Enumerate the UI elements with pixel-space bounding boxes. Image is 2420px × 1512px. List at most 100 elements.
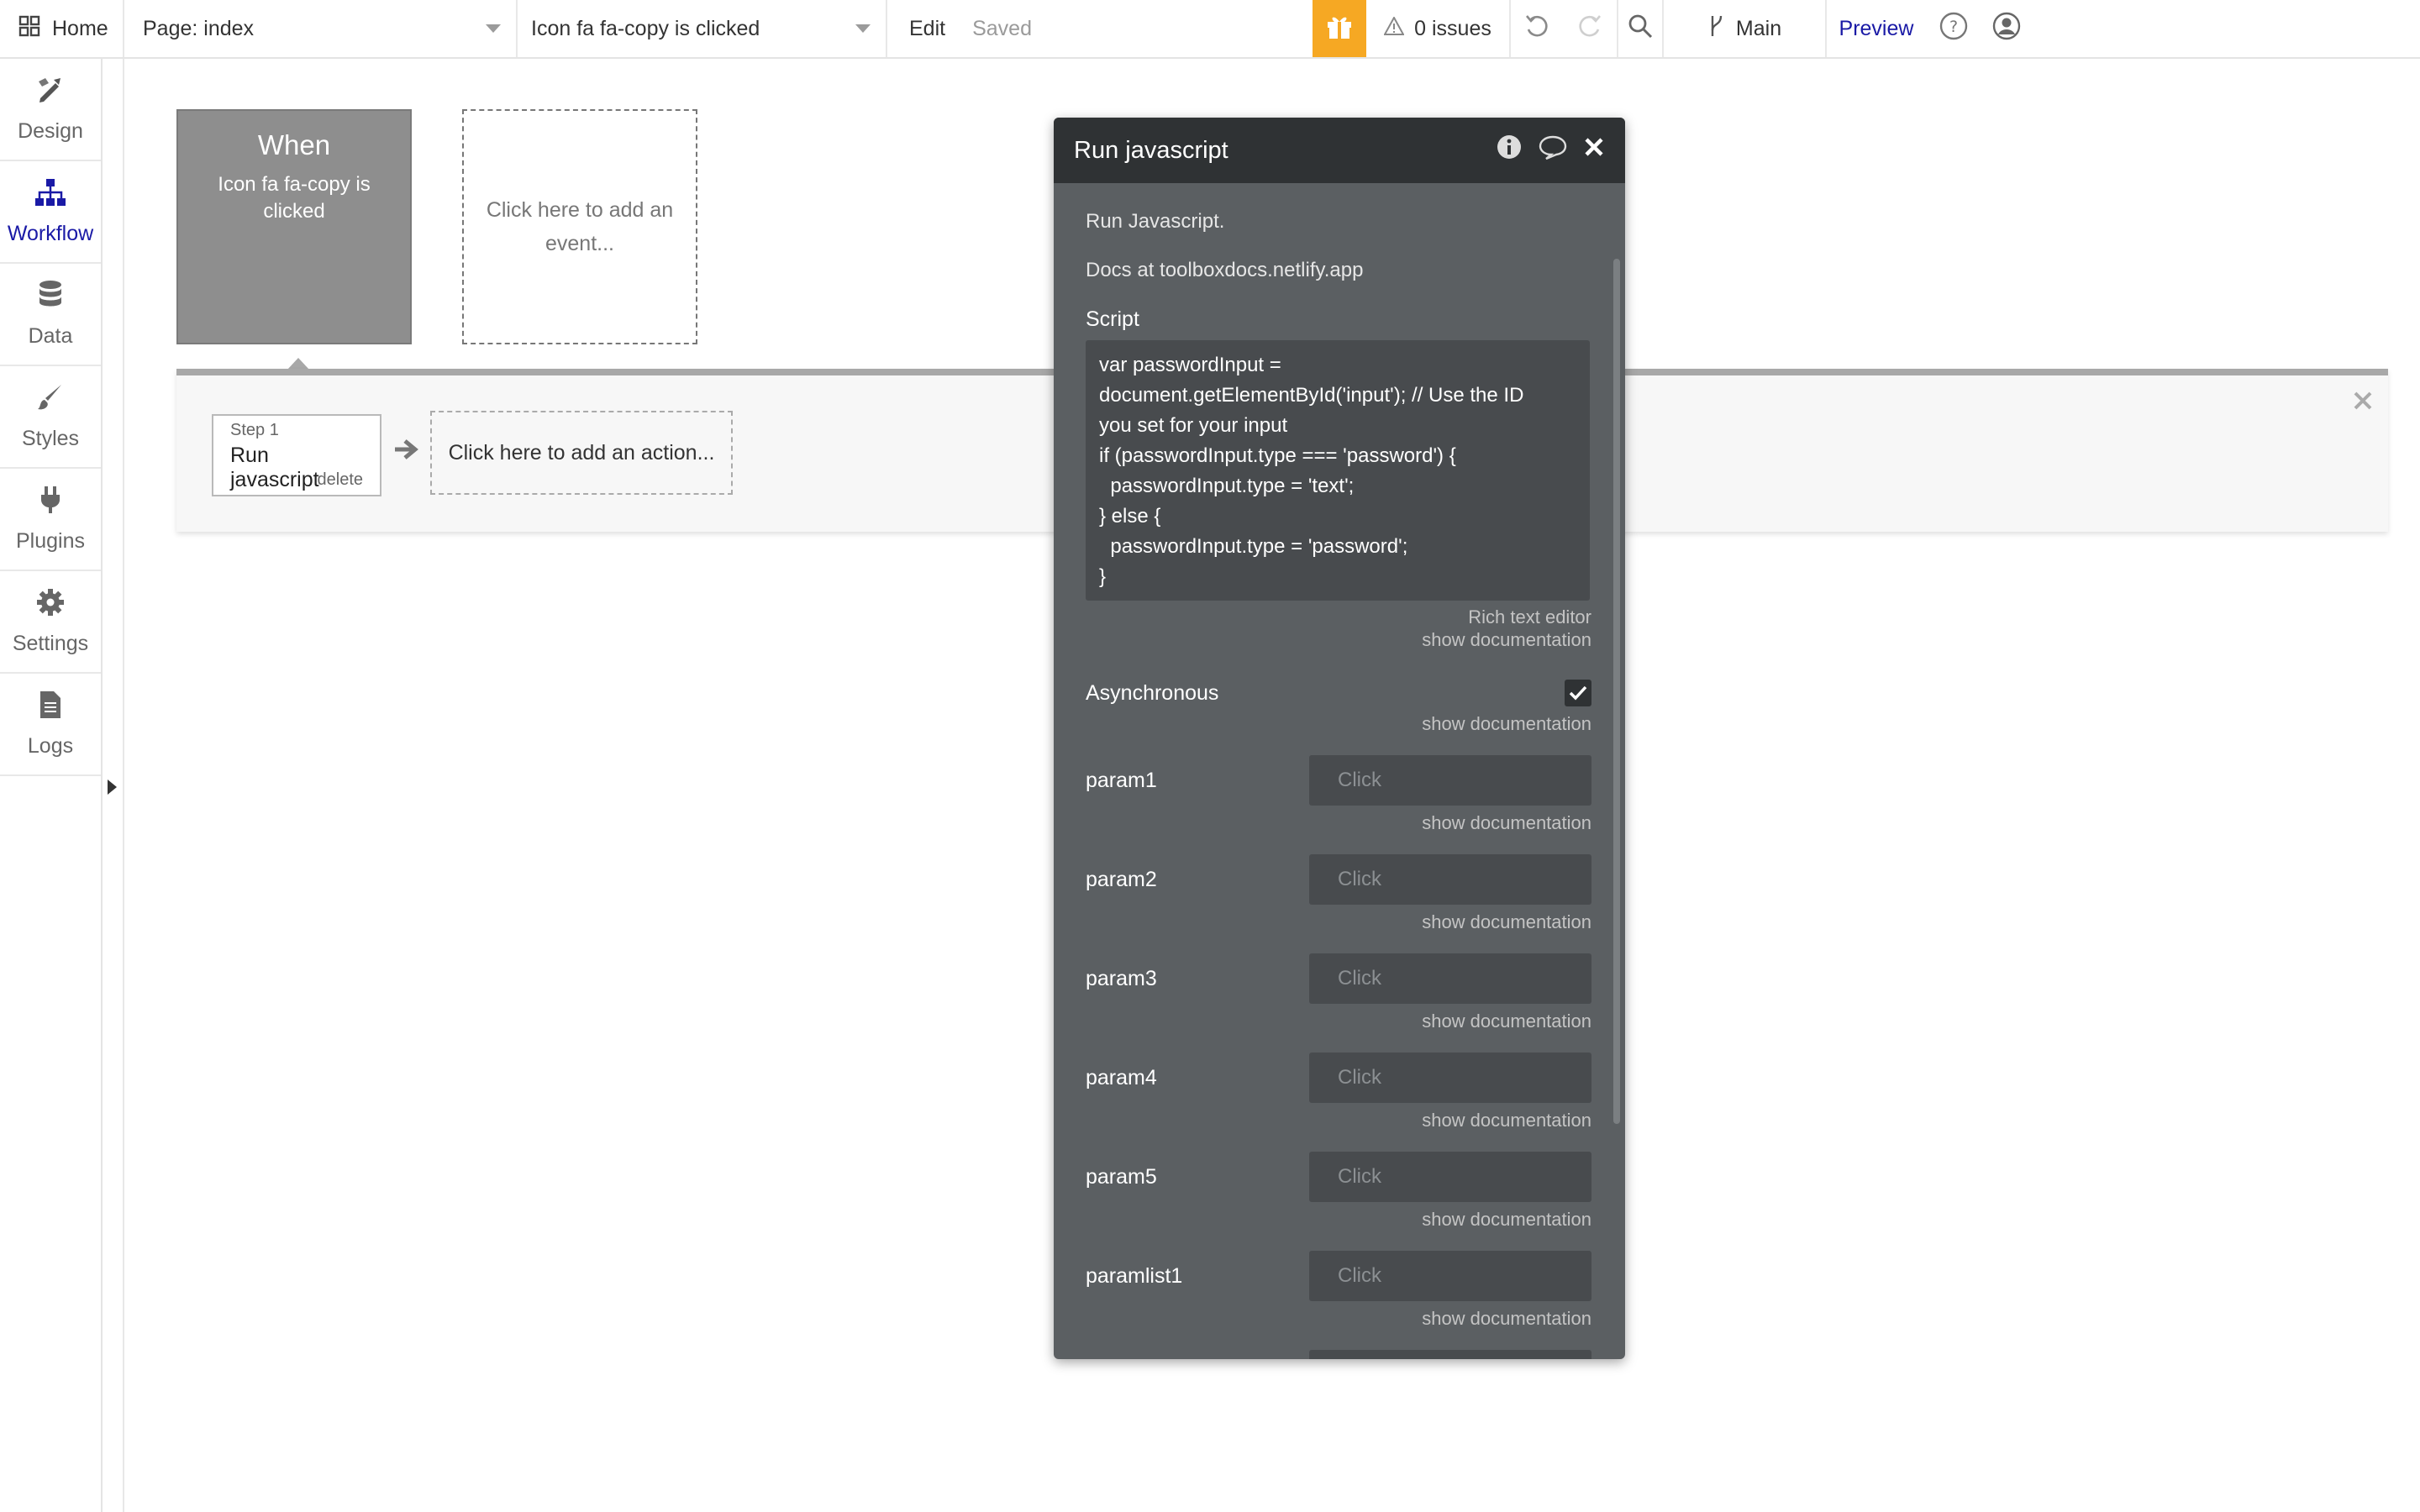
canvas-divider	[123, 59, 124, 1512]
user-icon	[1992, 12, 2021, 46]
sidebar-item-label: Settings	[12, 632, 89, 655]
sidebar-item-workflow[interactable]: Workflow	[0, 161, 101, 264]
sidebar-item-logs[interactable]: Logs	[0, 674, 101, 776]
saved-status: Saved	[972, 16, 1032, 40]
action-description: Run Javascript.	[1086, 210, 1225, 233]
redo-icon	[1576, 13, 1603, 45]
async-checkbox[interactable]	[1565, 680, 1591, 706]
step-delete-link[interactable]: delete	[318, 470, 364, 490]
step-card[interactable]: Step 1 Run javascript delete	[212, 414, 381, 496]
param-label: param3	[1086, 966, 1157, 990]
show-documentation-link[interactable]: show documentation	[1086, 911, 1591, 933]
sidebar-item-label: Logs	[27, 734, 74, 758]
param-label: paramlist1	[1086, 1263, 1183, 1288]
document-icon	[39, 690, 62, 726]
checkmark-icon	[1569, 685, 1587, 701]
comment-icon[interactable]	[1538, 134, 1568, 167]
workflow-icon	[34, 177, 67, 213]
info-icon[interactable]	[1496, 134, 1523, 167]
left-sidebar: Design Workflow Data Styles Plugins Sett…	[0, 59, 103, 1512]
top-bar: Home Page: index Icon fa fa-copy is clic…	[0, 0, 2420, 59]
issues-button[interactable]: 0 issues	[1366, 0, 1511, 57]
gear-icon	[35, 587, 66, 623]
undo-button[interactable]	[1511, 0, 1563, 57]
panel-title: Run javascript	[1074, 136, 1228, 164]
step-number: Step 1	[230, 421, 279, 439]
paramlist1-input[interactable]	[1309, 1251, 1591, 1301]
issues-label: 0 issues	[1414, 16, 1491, 40]
panel-header[interactable]: Run javascript	[1054, 118, 1625, 183]
home-label: Home	[52, 16, 108, 40]
page-label: Page: index	[143, 16, 255, 40]
chevron-down-icon	[855, 24, 871, 33]
async-label: Asynchronous	[1086, 680, 1219, 705]
preview-label: Preview	[1839, 16, 1914, 40]
event-selector[interactable]: Icon fa fa-copy is clicked	[518, 0, 887, 57]
redo-button[interactable]	[1563, 0, 1618, 57]
database-icon	[37, 280, 64, 316]
param3-input[interactable]	[1309, 953, 1591, 1004]
property-editor: Run javascript Run Javascript. Docs at t…	[1054, 118, 1625, 1359]
grid-icon	[18, 15, 40, 43]
show-documentation-link[interactable]: show documentation	[1086, 713, 1591, 735]
docs-text: Docs at toolboxdocs.netlify.app	[1086, 259, 1364, 281]
panel-body: Run Javascript. Docs at toolboxdocs.netl…	[1054, 183, 1625, 1359]
show-documentation-link[interactable]: show documentation	[1086, 628, 1591, 651]
edit-menu[interactable]: Edit	[909, 17, 945, 41]
gift-button[interactable]	[1313, 0, 1366, 57]
sidebar-item-design[interactable]: Design	[0, 59, 101, 161]
search-icon	[1627, 13, 1654, 45]
sidebar-item-label: Workflow	[7, 222, 94, 245]
home-button[interactable]: Home	[0, 0, 124, 57]
add-action-button[interactable]: Click here to add an action...	[430, 411, 733, 495]
event-card-title: When	[257, 129, 331, 160]
param-label: param1	[1086, 768, 1157, 792]
param4-input[interactable]	[1309, 1053, 1591, 1103]
close-icon[interactable]	[1583, 136, 1605, 165]
show-documentation-link[interactable]: show documentation	[1086, 1110, 1591, 1131]
design-icon	[35, 75, 66, 111]
paramlist2-input[interactable]	[1309, 1350, 1591, 1359]
show-documentation-link[interactable]: show documentation	[1086, 1011, 1591, 1032]
sidebar-item-label: Design	[18, 119, 83, 143]
arrow-right-icon	[393, 438, 418, 465]
sidebar-item-label: Plugins	[16, 529, 85, 553]
script-editor[interactable]: var passwordInput = document.getElementB…	[1086, 340, 1590, 601]
show-documentation-link[interactable]: show documentation	[1086, 812, 1591, 834]
param-label: param2	[1086, 867, 1157, 891]
close-icon[interactable]	[2353, 391, 2373, 415]
show-documentation-link[interactable]: show documentation	[1086, 1308, 1591, 1330]
brush-icon	[36, 382, 65, 418]
param-label: param5	[1086, 1164, 1157, 1189]
branch-icon	[1707, 13, 1726, 45]
sidebar-item-styles[interactable]: Styles	[0, 366, 101, 469]
script-label: Script	[1086, 307, 1139, 331]
param5-input[interactable]	[1309, 1152, 1591, 1202]
param1-input[interactable]	[1309, 755, 1591, 806]
preview-button[interactable]: Preview	[1827, 0, 1926, 57]
sidebar-item-settings[interactable]: Settings	[0, 571, 101, 674]
warning-icon	[1383, 15, 1405, 41]
add-event-button[interactable]: Click here to add an event...	[462, 109, 697, 344]
show-documentation-link[interactable]: show documentation	[1086, 1209, 1591, 1231]
event-card-description: Icon fa fa-copy is clicked	[218, 173, 371, 223]
sidebar-item-data[interactable]: Data	[0, 264, 101, 366]
help-icon: ?	[1939, 12, 1968, 46]
sidebar-item-label: Styles	[21, 427, 80, 450]
param2-input[interactable]	[1309, 854, 1591, 905]
branch-label: Main	[1735, 16, 1782, 40]
chevron-down-icon	[486, 24, 501, 33]
expand-arrow-icon[interactable]	[108, 780, 117, 795]
sidebar-item-label: Data	[28, 324, 73, 348]
sidebar-item-plugins[interactable]: Plugins	[0, 469, 101, 571]
event-selector-label: Icon fa fa-copy is clicked	[531, 16, 760, 40]
rich-text-editor-link[interactable]: Rich text editor	[1086, 606, 1591, 628]
svg-text:?: ?	[1949, 18, 1958, 36]
panel-scrollbar[interactable]	[1613, 259, 1620, 1124]
account-button[interactable]	[1981, 0, 2032, 57]
event-card[interactable]: When Icon fa fa-copy is clicked	[176, 109, 412, 344]
branch-selector[interactable]: Main	[1664, 0, 1827, 57]
search-button[interactable]	[1618, 0, 1664, 57]
page-selector[interactable]: Page: index	[124, 0, 518, 57]
help-button[interactable]: ?	[1926, 0, 1981, 57]
